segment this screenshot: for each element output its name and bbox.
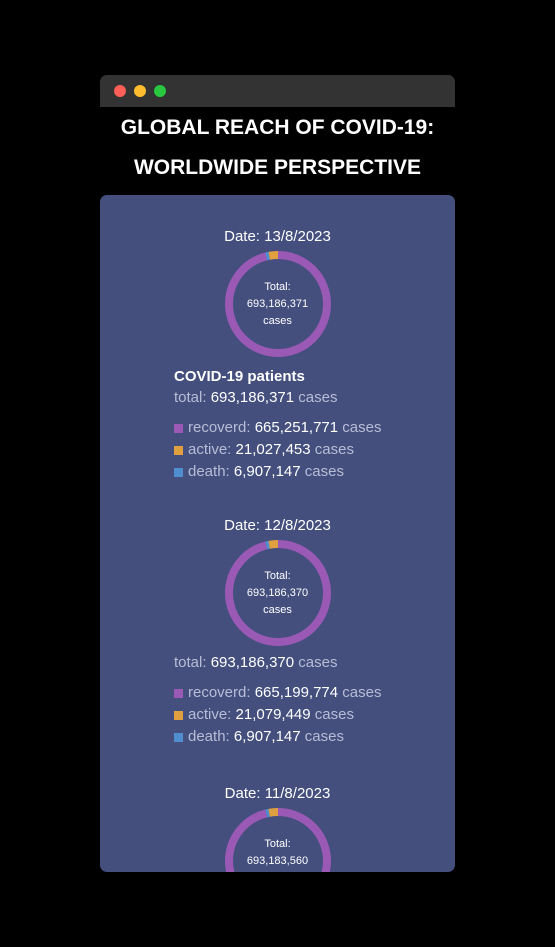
donut-chart: Total: 693,186,370 cases [223, 538, 333, 648]
app-window: GLOBAL REACH OF COVID-19: WORLDWIDE PERS… [100, 75, 455, 872]
stats-panel[interactable]: Date: 13/8/2023 Total: 693,186,371 cases… [100, 195, 455, 872]
donut-cases-caption: cases [263, 603, 292, 616]
donut-cases-caption: cases [263, 870, 292, 873]
active-swatch-icon [174, 710, 183, 720]
cases-unit: cases [298, 654, 338, 671]
page-title-line1: GLOBAL REACH OF COVID-19: [120, 116, 435, 139]
donut-total-caption: Total: [264, 837, 291, 850]
stats-block: COVID-19 patients total: 693,186,371 cas… [174, 367, 455, 483]
section-title: COVID-19 patients [174, 368, 305, 385]
donut-chart: Total: 693,183,560 cases [223, 806, 333, 872]
recovered-value: 665,251,771 [254, 419, 339, 436]
recovered-swatch-icon [174, 688, 183, 698]
death-label: death: [188, 728, 230, 745]
total-line: total: 693,186,370 cases [174, 652, 455, 674]
cases-unit: cases [298, 389, 338, 406]
total-value: 693,186,371 [210, 389, 295, 406]
legend: recoverd: 665,199,774 cases active: 21,0… [174, 682, 455, 748]
death-swatch-icon [174, 732, 183, 742]
date-label: Date: 13/8/2023 [224, 228, 331, 245]
recovered-label: recoverd: [188, 419, 251, 436]
recovered-value: 665,199,774 [254, 684, 339, 701]
death-label: death: [188, 463, 230, 480]
donut-chart: Total: 693,186,371 cases [223, 249, 333, 359]
active-value: 21,027,453 [235, 441, 311, 458]
donut-total-value: 693,186,370 [246, 586, 309, 599]
death-swatch-icon [174, 467, 183, 477]
donut-cases-caption: cases [263, 314, 292, 327]
active-swatch-icon [174, 445, 183, 455]
cases-unit: cases [342, 684, 382, 701]
legend: recoverd: 665,251,771 cases active: 21,0… [174, 417, 455, 483]
legend-recovered: recoverd: 665,199,774 cases [174, 682, 455, 704]
day-entry: Date: 11/8/2023 Total: 693,183,560 cases [100, 784, 455, 872]
close-window-button[interactable] [114, 85, 126, 97]
donut-total-value: 693,183,560 [246, 854, 309, 867]
page-title: GLOBAL REACH OF COVID-19: WORLDWIDE PERS… [100, 107, 455, 195]
active-label: active: [188, 706, 232, 723]
death-value: 6,907,147 [233, 463, 301, 480]
cases-unit: cases [314, 706, 354, 723]
active-value: 21,079,449 [235, 706, 311, 723]
page-title-line2: WORLDWIDE PERSPECTIVE [133, 156, 422, 179]
maximize-window-button[interactable] [154, 85, 166, 97]
legend-death: death: 6,907,147 cases [174, 461, 455, 483]
donut-total-caption: Total: [264, 280, 291, 293]
day-entry: Date: 12/8/2023 Total: 693,186,370 cases… [100, 516, 455, 748]
donut-total-value: 693,186,371 [246, 297, 309, 310]
legend-death: death: 6,907,147 cases [174, 726, 455, 748]
cases-unit: cases [342, 419, 382, 436]
donut-center-label: Total: 693,186,370 cases [223, 538, 333, 648]
legend-recovered: recoverd: 665,251,771 cases [174, 417, 455, 439]
donut-total-caption: Total: [264, 569, 291, 582]
cases-unit: cases [304, 463, 344, 480]
total-line: total: 693,186,371 cases [174, 387, 455, 409]
recovered-swatch-icon [174, 423, 183, 433]
stats-block: total: 693,186,370 cases recoverd: 665,1… [174, 652, 455, 748]
window-titlebar [100, 75, 455, 107]
minimize-window-button[interactable] [134, 85, 146, 97]
active-label: active: [188, 441, 232, 458]
day-entry: Date: 13/8/2023 Total: 693,186,371 cases… [100, 227, 455, 483]
total-label: total: [174, 389, 207, 406]
recovered-label: recoverd: [188, 684, 251, 701]
donut-center-label: Total: 693,186,371 cases [223, 249, 333, 359]
death-value: 6,907,147 [233, 728, 301, 745]
total-label: total: [174, 654, 207, 671]
date-label: Date: 11/8/2023 [224, 785, 331, 802]
cases-unit: cases [304, 728, 344, 745]
legend-active: active: 21,027,453 cases [174, 439, 455, 461]
donut-center-label: Total: 693,183,560 cases [223, 806, 333, 873]
total-value: 693,186,370 [210, 654, 295, 671]
cases-unit: cases [314, 441, 354, 458]
date-label: Date: 12/8/2023 [224, 517, 331, 534]
legend-active: active: 21,079,449 cases [174, 704, 455, 726]
